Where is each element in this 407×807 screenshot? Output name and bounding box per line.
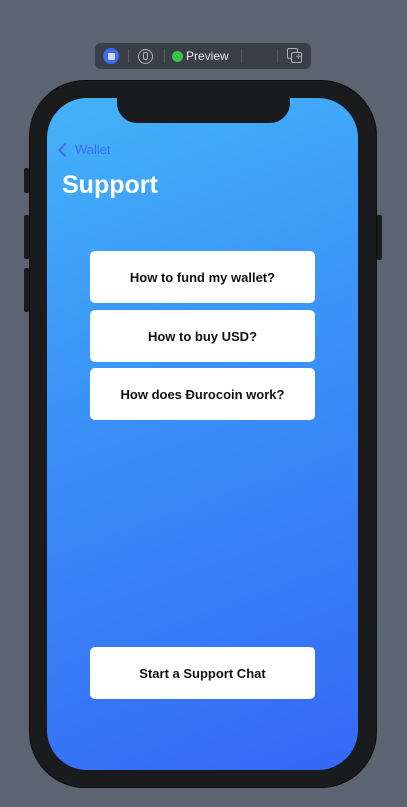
toolbar-divider bbox=[277, 49, 278, 63]
page-title: Support bbox=[62, 171, 158, 199]
toolbar-divider bbox=[164, 49, 165, 63]
app-screen: Wallet Support How to fund my wallet? Ho… bbox=[47, 98, 358, 770]
faq-button-durocoin[interactable]: How does Ðurocoin work? bbox=[90, 368, 315, 420]
power-button bbox=[377, 215, 382, 260]
live-preview-icon[interactable] bbox=[102, 47, 120, 65]
volume-up-button bbox=[24, 215, 29, 259]
device-settings-icon[interactable] bbox=[249, 47, 314, 160]
faq-button-fund-wallet[interactable]: How to fund my wallet? bbox=[90, 251, 315, 303]
faq-button-buy-usd[interactable]: How to buy USD? bbox=[90, 310, 315, 362]
duplicate-preview-icon[interactable]: + bbox=[285, 47, 305, 65]
preview-label: Preview bbox=[186, 49, 229, 63]
preview-toolbar: Preview + bbox=[95, 43, 314, 160]
back-label: Wallet bbox=[75, 142, 111, 157]
volume-down-button bbox=[24, 268, 29, 312]
toolbar-divider bbox=[241, 49, 242, 63]
inspect-icon[interactable] bbox=[136, 47, 154, 65]
start-support-chat-button[interactable]: Start a Support Chat bbox=[90, 647, 315, 699]
chevron-left-icon bbox=[57, 142, 73, 157]
notch bbox=[117, 98, 290, 123]
back-button[interactable]: Wallet bbox=[56, 142, 111, 157]
preview-button[interactable]: Preview bbox=[172, 48, 229, 64]
status-dot-icon bbox=[172, 50, 183, 62]
toolbar-divider bbox=[128, 49, 129, 63]
mute-switch bbox=[24, 168, 29, 193]
